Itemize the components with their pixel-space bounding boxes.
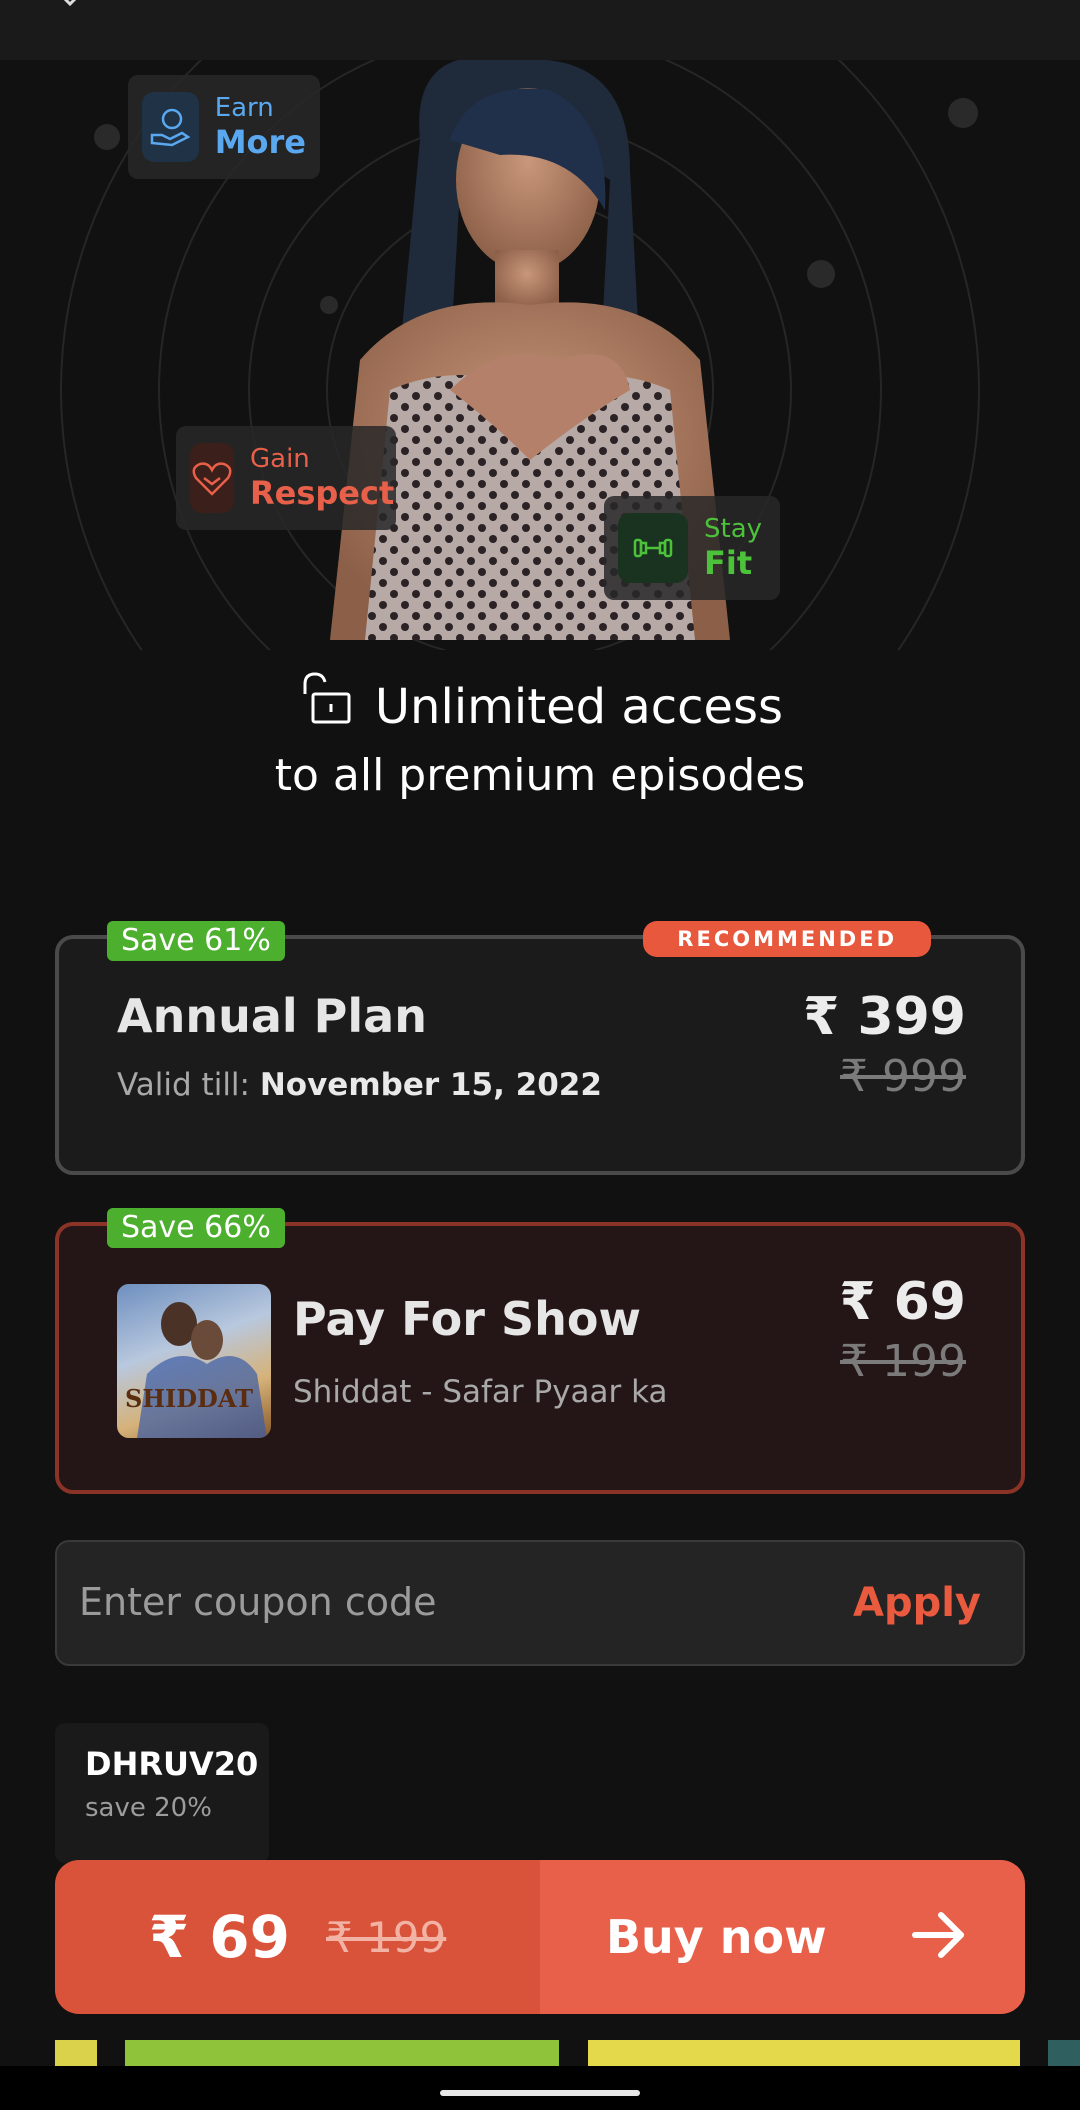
orbit-dot: [94, 124, 120, 150]
coupon-description: save 20%: [85, 1793, 212, 1823]
earn-more-chip: Earn More: [128, 75, 320, 179]
thumbnail-title: SHIDDAT: [125, 1384, 254, 1413]
buy-price-section: ₹ 69 ₹ 199: [55, 1860, 540, 2014]
valid-date: November 15, 2022: [259, 1067, 602, 1103]
plan-title: Annual Plan: [117, 989, 427, 1043]
coupon-input[interactable]: [79, 1572, 779, 1632]
arrow-right-icon: [909, 1905, 969, 1969]
buy-now-label: Buy now: [606, 1910, 827, 1964]
recommended-badge: RECOMMENDED: [643, 921, 931, 957]
show-name: Shiddat - Safar Pyaar ka: [293, 1374, 668, 1410]
home-handle[interactable]: [440, 2090, 640, 2096]
pay-for-show-card[interactable]: Save 66% SHIDDAT Pay For Show Shiddat - …: [55, 1208, 1025, 1494]
headline-subtitle: to all premium episodes: [274, 750, 806, 801]
chip-value: Fit: [704, 544, 753, 582]
headline: Unlimited access to all premium episodes: [0, 670, 1080, 808]
plan-price: ₹ 399: [803, 987, 966, 1047]
top-bar: [0, 0, 1080, 60]
back-icon[interactable]: [50, 0, 90, 22]
buy-now-button[interactable]: Buy now: [540, 1860, 1025, 2014]
stay-fit-chip: Stay Fit: [604, 496, 780, 600]
headline-title: Unlimited access: [374, 679, 784, 735]
plan-price: ₹ 69: [839, 1272, 966, 1332]
chip-label: Stay: [704, 514, 763, 544]
chip-value: More: [214, 123, 306, 161]
apply-button[interactable]: Apply: [853, 1580, 981, 1626]
coupon-box: Apply: [55, 1540, 1025, 1666]
gain-respect-chip: Gain Respect: [176, 426, 396, 530]
hero-section: Earn More Gain Respect Stay Fit: [0, 60, 1080, 650]
plan-old-price: ₹ 999: [840, 1051, 966, 1102]
plan-validity: Valid till: November 15, 2022: [117, 1067, 602, 1103]
buy-bar: ₹ 69 ₹ 199 Buy now: [55, 1860, 1025, 2014]
save-badge: Save 61%: [107, 921, 285, 961]
show-thumbnail: SHIDDAT: [117, 1284, 271, 1438]
unlock-icon: [297, 670, 355, 744]
valid-label: Valid till:: [117, 1067, 250, 1103]
chip-label: Earn: [214, 93, 274, 123]
money-hand-icon: [142, 92, 199, 162]
chip-label: Gain: [250, 444, 310, 474]
heart-handshake-icon: [190, 443, 234, 513]
buy-old-price: ₹ 199: [326, 1912, 447, 1962]
orbit-dot: [807, 260, 835, 288]
chip-value: Respect: [250, 474, 395, 512]
save-badge: Save 66%: [107, 1208, 285, 1248]
system-nav-bar: [0, 2066, 1080, 2110]
plan-old-price: ₹ 199: [840, 1336, 966, 1387]
orbit-dot: [948, 98, 978, 128]
buy-price: ₹ 69: [148, 1903, 290, 1971]
plan-title: Pay For Show: [293, 1292, 641, 1346]
dumbbell-icon: [618, 513, 688, 583]
suggested-coupon[interactable]: DHRUV20 save 20%: [55, 1723, 269, 1863]
coupon-code: DHRUV20: [85, 1745, 259, 1783]
annual-plan-card[interactable]: Save 61% RECOMMENDED Annual Plan Valid t…: [55, 921, 1025, 1175]
